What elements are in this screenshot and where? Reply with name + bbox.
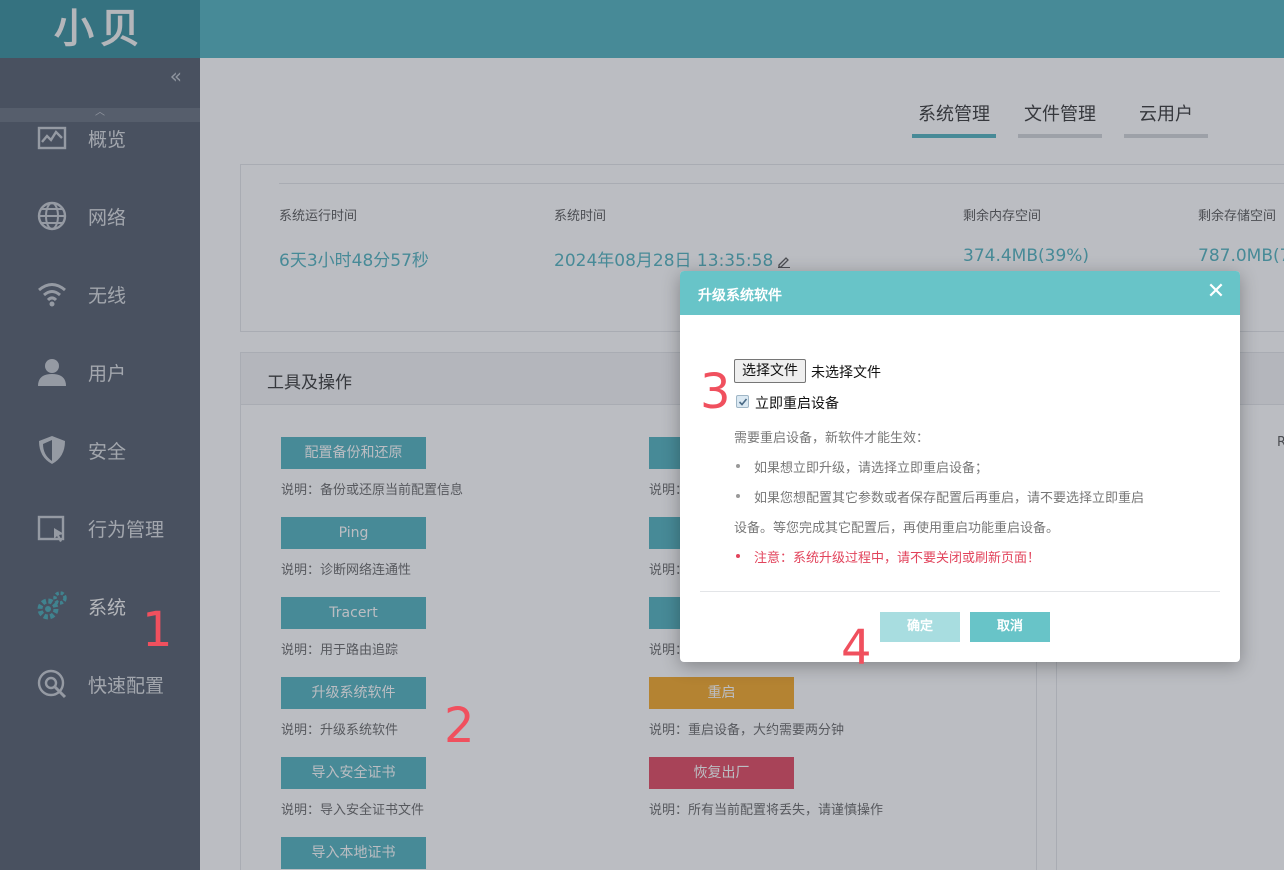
step-marker-1: 1 — [142, 602, 173, 658]
tip-item-2-line-1: 如果您想配置其它参数或者保存配置后再重启，请不要选择立即重启 — [754, 491, 1145, 506]
close-icon[interactable]: ✕ — [1206, 280, 1226, 304]
step-marker-3: 3 — [700, 364, 731, 420]
upgrade-warning: 注意：系统升级过程中，请不要关闭或刷新页面！ — [754, 551, 1041, 566]
step-marker-2: 2 — [444, 698, 475, 754]
dialog-header: 升级系统软件 ✕ — [680, 271, 1240, 315]
tip-item-2-line-2: 设备。等您完成其它配置后，再使用重启功能重启设备。 — [734, 521, 1060, 536]
reboot-now-checkbox[interactable] — [736, 395, 749, 408]
checkmark-icon — [738, 398, 748, 406]
confirm-button[interactable]: 确定 — [880, 612, 960, 642]
cancel-button[interactable]: 取消 — [970, 612, 1050, 642]
upgrade-dialog: 升级系统软件 ✕ 选择文件 未选择文件 立即重启设备 需要重启设备，新软件才能生… — [680, 271, 1240, 662]
dialog-divider — [700, 591, 1220, 592]
tip-item-1: 如果想立即升级，请选择立即重启设备； — [754, 461, 989, 476]
choose-file-button[interactable]: 选择文件 — [734, 359, 806, 383]
step-marker-4: 4 — [841, 620, 872, 676]
dialog-title: 升级系统软件 — [698, 288, 782, 304]
reboot-now-label[interactable]: 立即重启设备 — [755, 393, 839, 413]
sidebar-overlay — [0, 0, 200, 870]
tip-title: 需要重启设备，新软件才能生效： — [734, 431, 930, 446]
file-status: 未选择文件 — [811, 365, 881, 381]
